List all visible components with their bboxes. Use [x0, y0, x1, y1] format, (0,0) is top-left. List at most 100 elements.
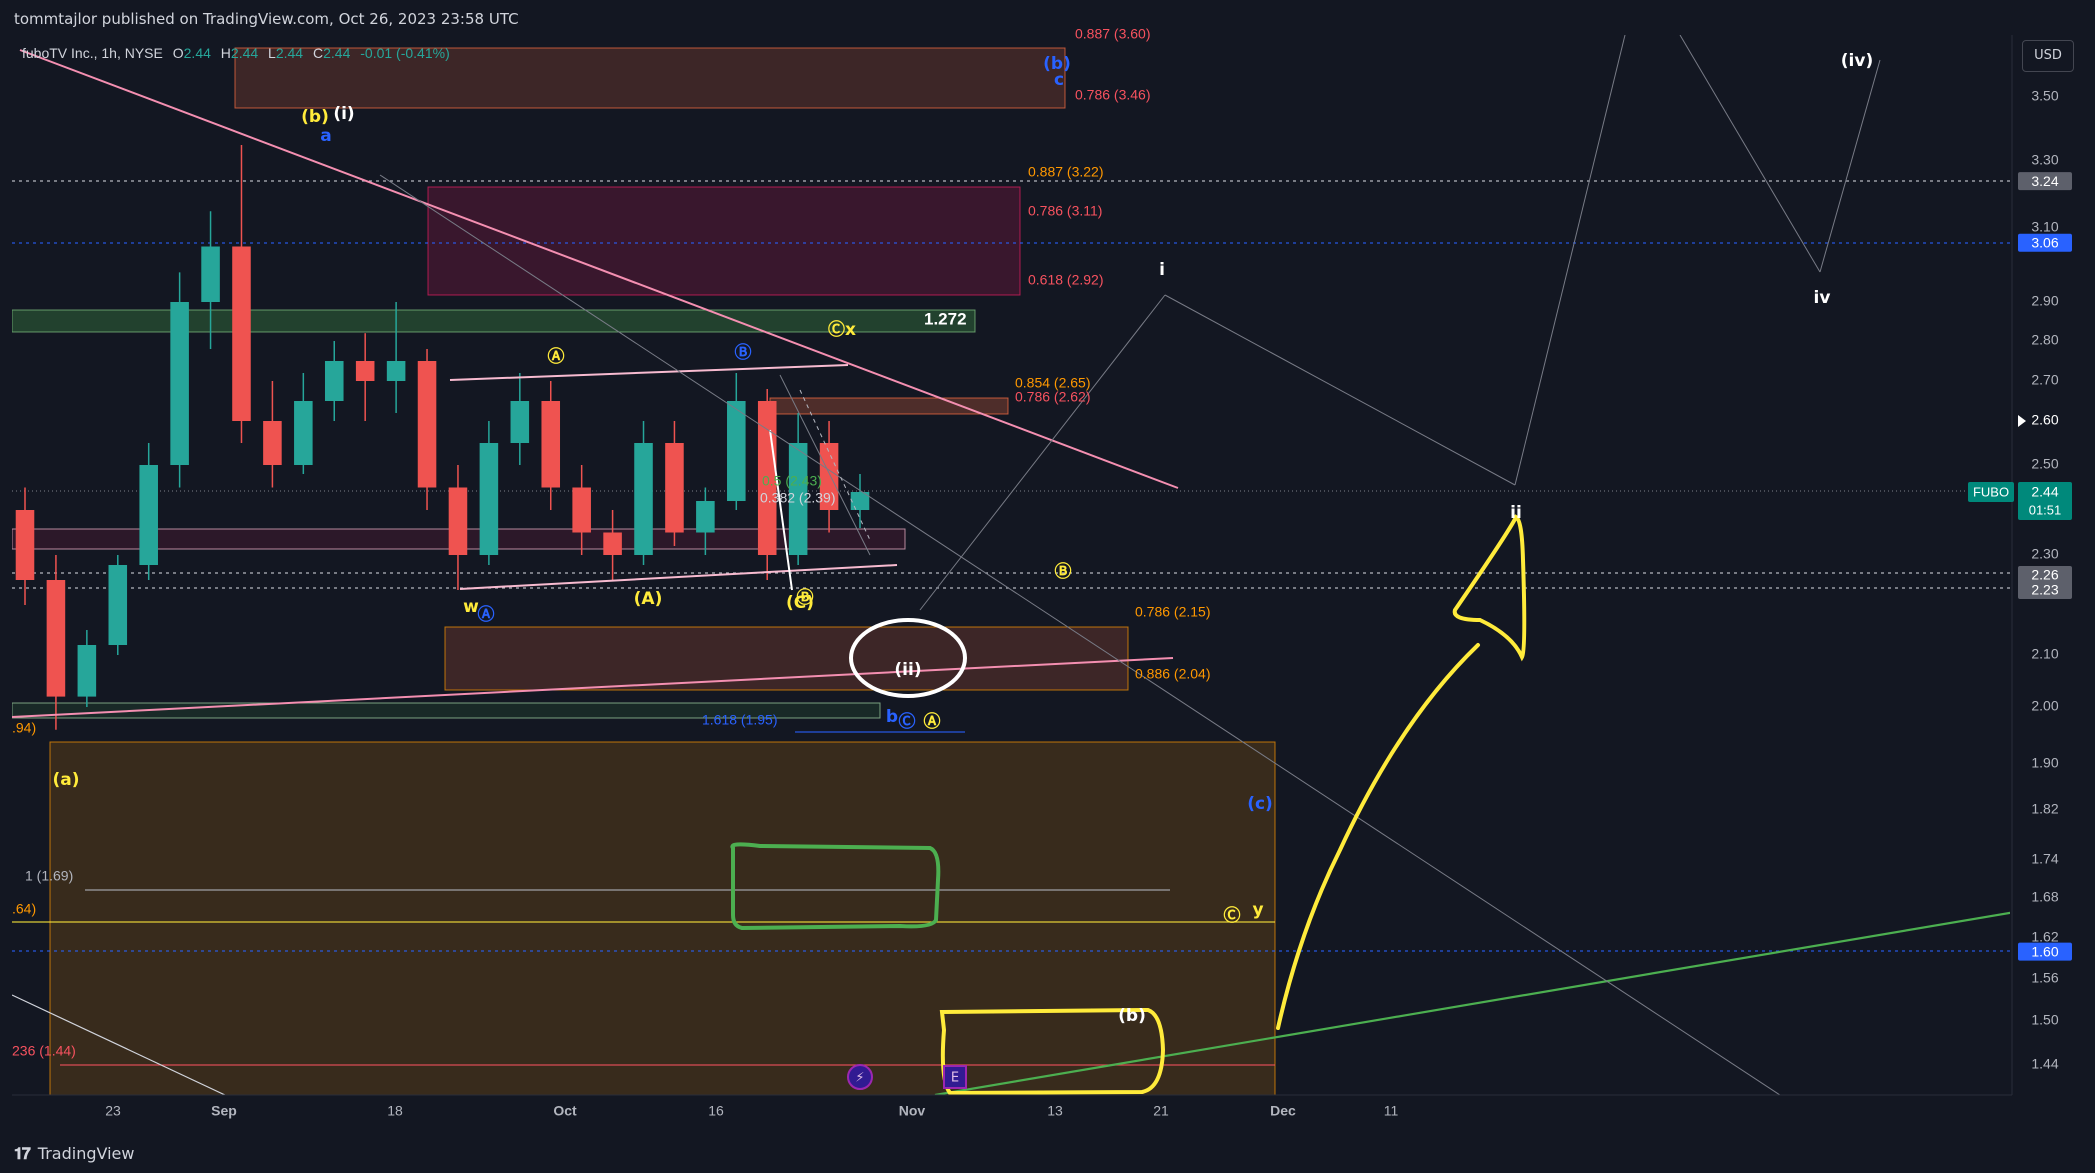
yellow-up-arrow: [1276, 643, 1480, 1030]
price-tick: 1.68: [2031, 889, 2058, 905]
wave-label: Ⓒx: [828, 319, 856, 340]
fib-zone: [49, 741, 1276, 1095]
symbol-name: fuboTV Inc., 1h, NYSE: [22, 45, 163, 61]
candle: [324, 361, 344, 401]
wave-label: (ii): [894, 660, 921, 680]
fib-zone: [427, 186, 1021, 296]
candle: [572, 487, 591, 533]
event-marker-label: E: [951, 1071, 959, 1086]
wave-label: Ⓐ: [478, 604, 495, 625]
wave-label: c: [1054, 70, 1064, 90]
tradingview-logo-icon: 𝟏𝟕: [14, 1144, 31, 1163]
high-value: 2.44: [231, 45, 258, 61]
time-tick: 18: [387, 1103, 403, 1119]
wave-label: (C): [786, 593, 814, 613]
trend-line: [1819, 59, 1881, 273]
wave-label: b: [886, 707, 898, 727]
price-tick: 1.56: [2031, 970, 2058, 986]
change-value: -0.01 (-0.41%): [360, 45, 449, 61]
wave-label: iv: [1814, 288, 1831, 308]
price-tick: 2.00: [2031, 698, 2058, 714]
time-tick: 21: [1153, 1103, 1169, 1119]
price-tick: 1.90: [2031, 755, 2058, 771]
price-tick: 2.10: [2031, 646, 2058, 662]
wave-label: a: [320, 126, 331, 146]
price-mark-label: 2.23: [2031, 582, 2058, 598]
price-tick: 1.44: [2031, 1056, 2058, 1072]
price-tick: 3.10: [2031, 219, 2058, 235]
fib-label: 0.786 (3.11): [1028, 203, 1102, 219]
candle: [479, 443, 499, 555]
wave-label: (i): [333, 104, 354, 124]
price-chart[interactable]: 0.887 (3.60) 0.786 (3.46) 0.887 (3.22) 0.78…: [0, 0, 2095, 1173]
candle: [170, 302, 189, 465]
close-value: 2.44: [323, 45, 350, 61]
candle: [665, 443, 684, 533]
low-value: 2.44: [276, 45, 303, 61]
candle: [15, 510, 35, 580]
wave-label: Ⓑ: [1055, 561, 1072, 582]
brand-name: TradingView: [37, 1144, 135, 1163]
price-tick: 1.50: [2031, 1012, 2058, 1028]
candle: [139, 465, 158, 565]
price-tick: 1.82: [2031, 801, 2058, 817]
fib-zone: [769, 397, 1009, 415]
fib-label: 0.786 (3.46): [1075, 87, 1151, 103]
trend-line: [1164, 294, 1516, 486]
trend-line: [1514, 35, 1626, 486]
fib-label: 1 (1.69): [25, 868, 73, 884]
wave-label: ii: [1510, 503, 1522, 523]
fib-label: .64): [12, 901, 36, 917]
time-tick: Sep: [211, 1103, 237, 1119]
candle: [696, 501, 715, 533]
wave-label: Ⓐ: [548, 346, 565, 367]
fib-label: .94): [12, 720, 36, 736]
candle: [634, 443, 653, 555]
open-value: 2.44: [184, 45, 211, 61]
time-tick: 16: [708, 1103, 724, 1119]
candle: [201, 246, 220, 302]
candle: [386, 361, 406, 381]
wave-label: (b): [301, 107, 329, 127]
price-mark-label: 2.60: [2031, 412, 2058, 428]
time-tick: 13: [1047, 1103, 1063, 1119]
candle: [294, 401, 313, 465]
wave-label: Ⓐ: [924, 711, 941, 732]
candle: [77, 645, 97, 697]
candle: [417, 361, 437, 488]
candle: [541, 401, 561, 488]
fib-label: 0.786 (2.62): [1015, 389, 1091, 405]
wave-label: Ⓒ: [1224, 905, 1241, 926]
candle: [510, 401, 530, 443]
fib-label: 0.382 (2.39): [760, 490, 836, 506]
price-tick: 2.30: [2031, 546, 2058, 562]
trend-line: [449, 364, 849, 381]
symbol-legend: fuboTV Inc., 1h, NYSE O2.44 H2.44 L2.44 …: [22, 45, 450, 61]
time-tick: Oct: [553, 1103, 577, 1119]
candle: [108, 565, 128, 645]
candle: [263, 421, 282, 465]
time-axis-layer: 23 Sep 18 Oct 16 Nov 13 21 Dec 11: [12, 1094, 2012, 1119]
wave-label: i: [1159, 260, 1165, 280]
currency-button[interactable]: USD: [2022, 40, 2074, 72]
price-tick: 3.50: [2031, 88, 2058, 104]
wave-label: y: [1252, 900, 1263, 920]
time-tick: 23: [105, 1103, 121, 1119]
time-tick: Dec: [1270, 1103, 1296, 1119]
fib-label: 1.618 (1.95): [702, 712, 778, 728]
yellow-arrow-head: [1452, 514, 1527, 662]
trend-line: [1679, 35, 1821, 273]
wave-label: Ⓒ: [899, 711, 916, 732]
time-tick: 11: [1384, 1103, 1399, 1119]
price-mark-label: 3.06: [2031, 235, 2058, 251]
last-price-value: 2.44: [2031, 484, 2058, 500]
trend-line: [919, 294, 1166, 611]
candle: [448, 487, 468, 555]
price-tick: 3.30: [2031, 152, 2058, 168]
price-tick: 2.50: [2031, 456, 2058, 472]
candle: [603, 532, 622, 555]
price-mark-label: 3.24: [2031, 173, 2058, 189]
price-tick: 2.80: [2031, 332, 2058, 348]
event-marker-label: ⚡: [855, 1071, 864, 1086]
symbol-badge-label: FUBO: [1973, 484, 2009, 499]
